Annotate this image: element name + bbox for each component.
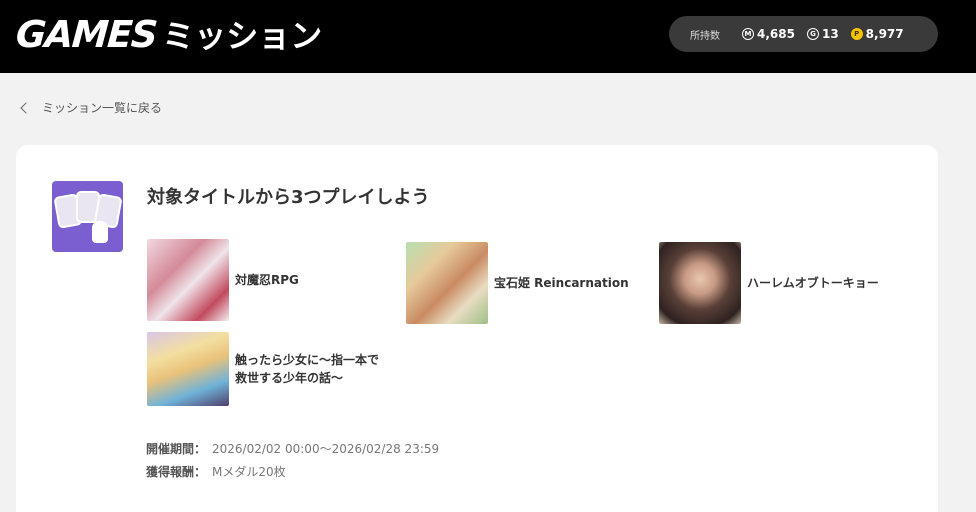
gold-value: 13 xyxy=(821,27,839,41)
game-item-houseki-hime[interactable]: 宝石姫 Reincarnation xyxy=(406,242,629,324)
reward-value: Mメダル20枚 xyxy=(212,465,286,479)
game-controller-cards-icon xyxy=(52,181,123,252)
medal-value: 4,685 xyxy=(757,27,795,41)
game-item-taimanin-rpg[interactable]: 対魔忍RPG xyxy=(147,239,299,321)
back-to-mission-list-link[interactable]: ミッション一覧に戻る xyxy=(20,99,163,116)
game-name[interactable]: ハーレムオブトーキョー xyxy=(747,274,879,292)
game-name-line1: 触ったら少女に〜指一本で xyxy=(235,353,380,367)
game-name[interactable]: 触ったら少女に〜指一本で 救世する少年の話〜 xyxy=(235,351,379,387)
game-item-sawattara-shoujo[interactable]: 触ったら少女に〜指一本で 救世する少年の話〜 xyxy=(147,332,379,406)
game-name[interactable]: 宝石姫 Reincarnation xyxy=(494,274,629,292)
game-name-line2: 救世する少年の話〜 xyxy=(235,371,344,385)
point-value: 8,977 xyxy=(865,27,904,41)
logo-mission-text: ミッション xyxy=(162,17,323,55)
balance-panel: 所持数 M 4,685 G 13 P 8,977 xyxy=(669,16,938,52)
point-icon: P xyxy=(850,28,863,40)
reward-label: 獲得報酬： xyxy=(146,465,207,479)
gold-balance: G 13 xyxy=(806,27,839,41)
balance-label: 所持数 xyxy=(690,30,720,42)
pointing-hand-icon xyxy=(92,221,108,243)
period-value: 2026/02/02 00:00〜2026/02/28 23:59 xyxy=(212,442,440,456)
gold-icon: G xyxy=(806,28,819,40)
games-mission-logo[interactable]: GAMES ミッション xyxy=(14,12,323,56)
game-thumbnail[interactable] xyxy=(406,242,488,324)
header: GAMES ミッション 所持数 M 4,685 G 13 P 8,977 xyxy=(0,0,976,73)
medal-icon: M xyxy=(742,28,754,40)
mission-title: 対象タイトルから3つプレイしよう xyxy=(147,187,430,208)
game-item-harem-of-tokyo[interactable]: ハーレムオブトーキョー xyxy=(659,242,879,324)
game-name[interactable]: 対魔忍RPG xyxy=(235,271,299,289)
game-thumbnail[interactable] xyxy=(147,239,229,321)
mission-reward: 獲得報酬： Mメダル20枚 xyxy=(146,463,286,480)
game-thumbnail[interactable] xyxy=(147,332,229,406)
game-thumbnail[interactable] xyxy=(659,242,741,324)
chevron-left-icon xyxy=(20,102,32,114)
logo-games-text: GAMES xyxy=(14,12,158,56)
point-balance: P 8,977 xyxy=(850,27,904,41)
medal-balance: M 4,685 xyxy=(742,27,795,41)
mission-period: 開催期間： 2026/02/02 00:00〜2026/02/28 23:59 xyxy=(146,440,439,457)
period-label: 開催期間： xyxy=(146,442,207,456)
back-link-label: ミッション一覧に戻る xyxy=(42,101,163,115)
